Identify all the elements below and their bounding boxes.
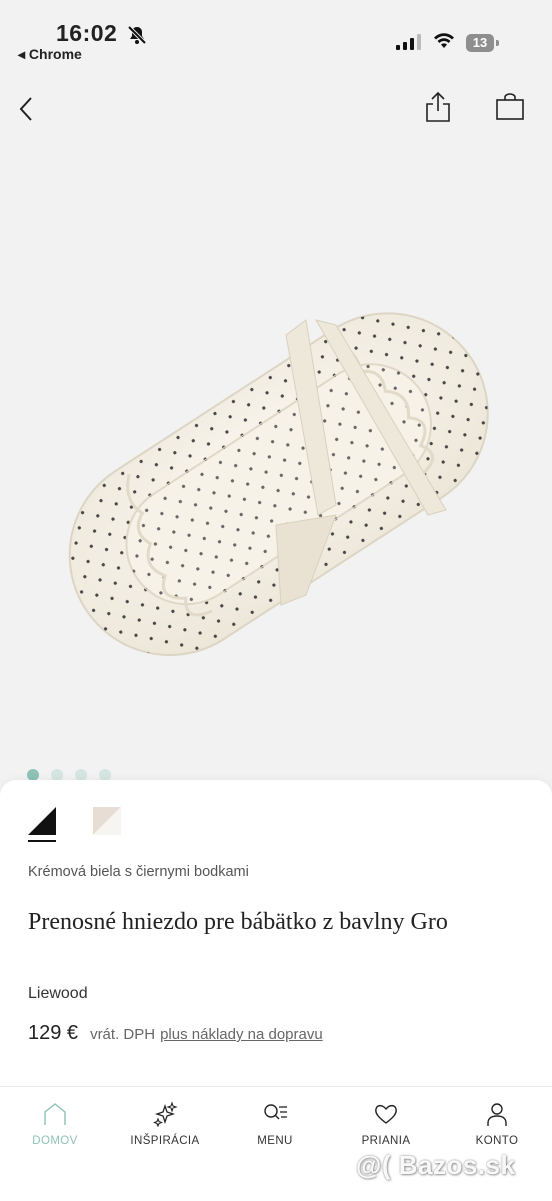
- tab-label: MENU: [257, 1135, 293, 1147]
- tab-label: INŠPIRÁCIA: [130, 1135, 200, 1147]
- wifi-icon: [432, 32, 456, 55]
- product-info-sheet: Krémová biela s čiernymi bodkami Prenosn…: [0, 780, 552, 1086]
- back-button[interactable]: [14, 94, 42, 124]
- tab-domov[interactable]: DOMOV: [5, 1101, 105, 1147]
- vat-note: vrát. DPH: [90, 1026, 156, 1043]
- heart-icon: [375, 1104, 397, 1124]
- signal-icon: [396, 34, 422, 55]
- variant-name: Krémová biela s čiernymi bodkami: [28, 864, 249, 880]
- tab-label: KONTO: [475, 1135, 519, 1147]
- back-to-chrome-link[interactable]: ◂ Chrome: [18, 46, 82, 63]
- product-title: Prenosné hniezdo pre bábätko z bavlny Gr…: [28, 909, 448, 935]
- tab-label: DOMOV: [32, 1135, 78, 1147]
- color-swatch-cream-black[interactable]: [28, 807, 56, 835]
- home-icon: [44, 1103, 66, 1125]
- price-row: 129 € vrát. DPH plus náklady na dopravu: [28, 1022, 323, 1045]
- status-time: 16:02: [56, 20, 118, 46]
- shipping-cost-link[interactable]: plus náklady na dopravu: [160, 1026, 323, 1043]
- brand-name[interactable]: Liewood: [28, 985, 88, 1003]
- search-menu-icon: [264, 1104, 287, 1120]
- color-swatch-sand-white[interactable]: [93, 807, 121, 835]
- battery-level: 13: [466, 34, 494, 52]
- chevron-left-icon: [19, 97, 32, 121]
- product-image[interactable]: [36, 275, 516, 685]
- bottom-tab-bar: DOMOV INŠPIRÁCIA MENU PRIANIA KONTO: [0, 1086, 552, 1201]
- battery-icon: 13: [466, 34, 500, 52]
- status-bar: 16:02 ◂ Chrome 13: [0, 0, 552, 70]
- share-icon: [426, 91, 450, 122]
- tab-menu[interactable]: MENU: [225, 1101, 325, 1147]
- shopping-bag-icon: [496, 93, 524, 120]
- shopping-bag-button[interactable]: [494, 92, 526, 122]
- tab-konto[interactable]: KONTO: [447, 1101, 547, 1147]
- tab-label: PRIANIA: [361, 1135, 411, 1147]
- baby-nest-image: [68, 312, 489, 656]
- user-icon: [487, 1103, 507, 1126]
- share-button[interactable]: [422, 90, 454, 124]
- selected-swatch-indicator: [28, 840, 56, 842]
- tab-inspiracia[interactable]: INŠPIRÁCIA: [115, 1101, 215, 1147]
- bell-off-icon: [126, 24, 148, 51]
- watermark: @( Bazos.sk: [356, 1150, 516, 1180]
- sparkle-icon: [153, 1101, 178, 1127]
- price: 129 €: [28, 1022, 79, 1044]
- tab-prania[interactable]: PRIANIA: [336, 1101, 436, 1147]
